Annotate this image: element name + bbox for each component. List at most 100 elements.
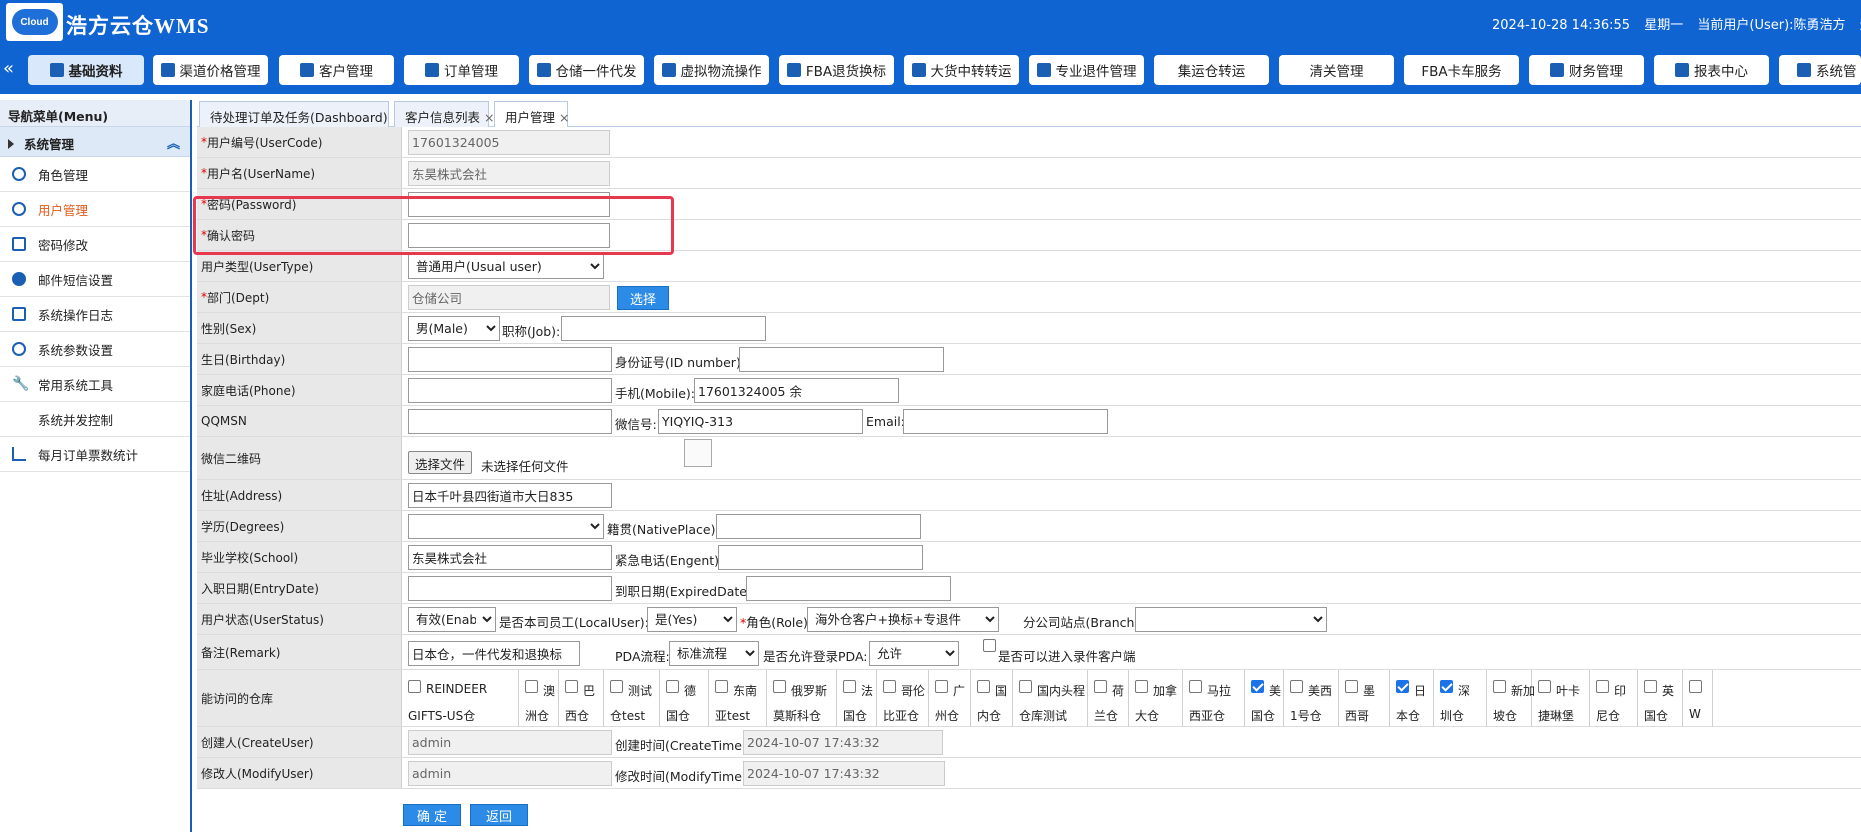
nav-fba-return[interactable]: FBA退货换标 [779, 55, 894, 85]
sidebar-item-password[interactable]: 密码修改 [0, 227, 190, 262]
entry-date-field[interactable] [408, 576, 612, 601]
collapse-up-icon[interactable]: ︽ [167, 133, 180, 152]
client-entry-checkbox[interactable] [983, 639, 996, 652]
warehouse-option[interactable]: 荷兰仓 [1088, 670, 1129, 727]
local-user-select[interactable]: 是(Yes) [647, 607, 737, 632]
warehouse-option[interactable]: 哥伦 比亚仓 [877, 670, 929, 727]
warehouse-checkbox[interactable] [565, 680, 578, 693]
sidebar-item-users[interactable]: 用户管理 [0, 192, 190, 227]
id-number-field[interactable] [739, 347, 944, 372]
username-field[interactable] [408, 161, 610, 186]
warehouse-option[interactable]: 加拿 大仓 [1129, 670, 1183, 727]
warehouse-checkbox[interactable] [1251, 680, 1264, 693]
warehouse-option[interactable]: 美国仓 [1245, 670, 1284, 727]
warehouse-checkbox[interactable] [1019, 680, 1032, 693]
warehouse-option[interactable]: 巴西仓 [559, 670, 604, 727]
school-field[interactable] [408, 545, 612, 570]
warehouse-option[interactable]: 法国仓 [837, 670, 877, 727]
sidebar-item-tools[interactable]: 🔧 常用系统工具 [0, 367, 190, 402]
warehouse-checkbox[interactable] [1538, 680, 1551, 693]
tab-user-mgmt[interactable]: 用户管理 × [494, 101, 570, 127]
warehouse-checkbox[interactable] [977, 680, 990, 693]
nav-consolidation[interactable]: 集运仓转运 [1154, 55, 1269, 85]
role-select[interactable]: 海外仓客户+换标+专退件 [807, 607, 999, 632]
warehouse-option[interactable]: 新加 坡仓 [1487, 670, 1535, 727]
warehouse-checkbox[interactable] [1644, 680, 1657, 693]
warehouse-option[interactable]: W [1683, 670, 1713, 727]
dept-field[interactable] [408, 285, 610, 310]
tab-customer-list[interactable]: 客户信息列表 × [394, 101, 495, 127]
warehouse-option[interactable]: 深圳仓 [1434, 670, 1487, 727]
warehouse-option[interactable]: 德国仓 [660, 670, 709, 727]
warehouse-checkbox[interactable] [666, 680, 679, 693]
warehouse-checkbox[interactable] [773, 680, 786, 693]
qqmsn-field[interactable] [408, 409, 612, 434]
warehouse-option[interactable]: 东南 亚test [709, 670, 767, 727]
warehouse-checkbox[interactable] [610, 680, 623, 693]
warehouse-option[interactable]: 日本仓 [1390, 670, 1434, 727]
birthday-field[interactable] [408, 347, 612, 372]
user-status-select[interactable]: 有效(Enable) [408, 607, 496, 632]
expired-date-field[interactable] [746, 576, 951, 601]
nav-dropship[interactable]: 仓储一件代发 [529, 55, 644, 85]
warehouse-option[interactable]: 马拉 西亚仓 [1183, 670, 1245, 727]
sidebar-item-params[interactable]: 系统参数设置 [0, 332, 190, 367]
nav-system[interactable]: 系统管 [1779, 55, 1861, 85]
warehouse-option[interactable]: 美西 1号仓 [1284, 670, 1339, 727]
sidebar-item-roles[interactable]: 角色管理 [0, 157, 190, 192]
create-time-field[interactable] [743, 730, 943, 755]
sidebar-item-monthly-stats[interactable]: 每月订单票数统计 [0, 437, 190, 472]
warehouse-option[interactable]: 俄罗斯 莫斯科仓 [767, 670, 837, 727]
warehouse-checkbox[interactable] [1345, 680, 1358, 693]
nav-return-mgmt[interactable]: 专业退件管理 [1029, 55, 1144, 85]
usercode-field[interactable] [408, 130, 610, 155]
warehouse-checkbox[interactable] [1396, 680, 1409, 693]
pda-flow-select[interactable]: 标准流程 [669, 641, 759, 666]
warehouse-checkbox[interactable] [1493, 680, 1506, 693]
nav-customs[interactable]: 清关管理 [1279, 55, 1394, 85]
sidebar-item-concurrency[interactable]: 系统并发控制 [0, 402, 190, 437]
warehouse-checkbox[interactable] [1135, 680, 1148, 693]
tab-dashboard[interactable]: 待处理订单及任务(Dashboard) [199, 101, 389, 127]
nav-reports[interactable]: 报表中心 [1654, 55, 1769, 85]
nav-bulk-transfer[interactable]: 大货中转转运 [904, 55, 1019, 85]
create-user-field[interactable] [408, 730, 612, 755]
mobile-field[interactable] [694, 378, 899, 403]
warehouse-option[interactable]: 叶卡 捷琳堡 [1532, 670, 1590, 727]
select-dept-button[interactable]: 选择 [617, 286, 669, 310]
warehouse-option[interactable]: 广州仓 [929, 670, 971, 727]
usertype-select[interactable]: 普通用户(Usual user) [408, 254, 604, 279]
warehouse-checkbox[interactable] [408, 680, 421, 693]
warehouse-option[interactable]: 印尼仓 [1590, 670, 1638, 727]
warehouse-option[interactable]: 测试 仓test [604, 670, 660, 727]
native-place-field[interactable] [716, 514, 921, 539]
warehouse-checkbox[interactable] [715, 680, 728, 693]
warehouse-option[interactable]: 英国仓 [1638, 670, 1683, 727]
wechat-field[interactable] [658, 409, 863, 434]
modify-user-field[interactable] [408, 761, 612, 786]
nav-fba-truck[interactable]: FBA卡车服务 [1404, 55, 1519, 85]
job-field[interactable] [561, 316, 766, 341]
warehouse-checkbox[interactable] [1290, 680, 1303, 693]
nav-basic-data[interactable]: 基础资料 [28, 55, 144, 85]
pda-login-select[interactable]: 允许 [869, 641, 959, 666]
sex-select[interactable]: 男(Male) [408, 316, 500, 341]
sidebar-group-system[interactable]: 系统管理 ︽ [0, 127, 190, 157]
warehouse-option[interactable]: REINDEER GIFTS-US仓 [402, 670, 519, 727]
warehouse-checkbox[interactable] [1189, 680, 1202, 693]
phone-field[interactable] [408, 378, 612, 403]
nav-virtual-logistics[interactable]: 虚拟物流操作 [654, 55, 769, 85]
nav-orders[interactable]: 订单管理 [404, 55, 519, 85]
remark-field[interactable] [408, 641, 580, 666]
choose-file-button[interactable]: 选择文件 [408, 451, 473, 474]
close-icon[interactable]: × [484, 110, 494, 125]
warehouse-checkbox[interactable] [1596, 680, 1609, 693]
warehouse-checkbox[interactable] [1689, 680, 1702, 693]
warehouse-checkbox[interactable] [1094, 680, 1107, 693]
warehouse-checkbox[interactable] [883, 680, 896, 693]
address-field[interactable] [408, 483, 612, 508]
nav-finance[interactable]: 财务管理 [1529, 55, 1644, 85]
confirm-button[interactable]: 确 定 [403, 804, 461, 826]
warehouse-checkbox[interactable] [525, 680, 538, 693]
sidebar-item-mail-sms[interactable]: 邮件短信设置 [0, 262, 190, 297]
